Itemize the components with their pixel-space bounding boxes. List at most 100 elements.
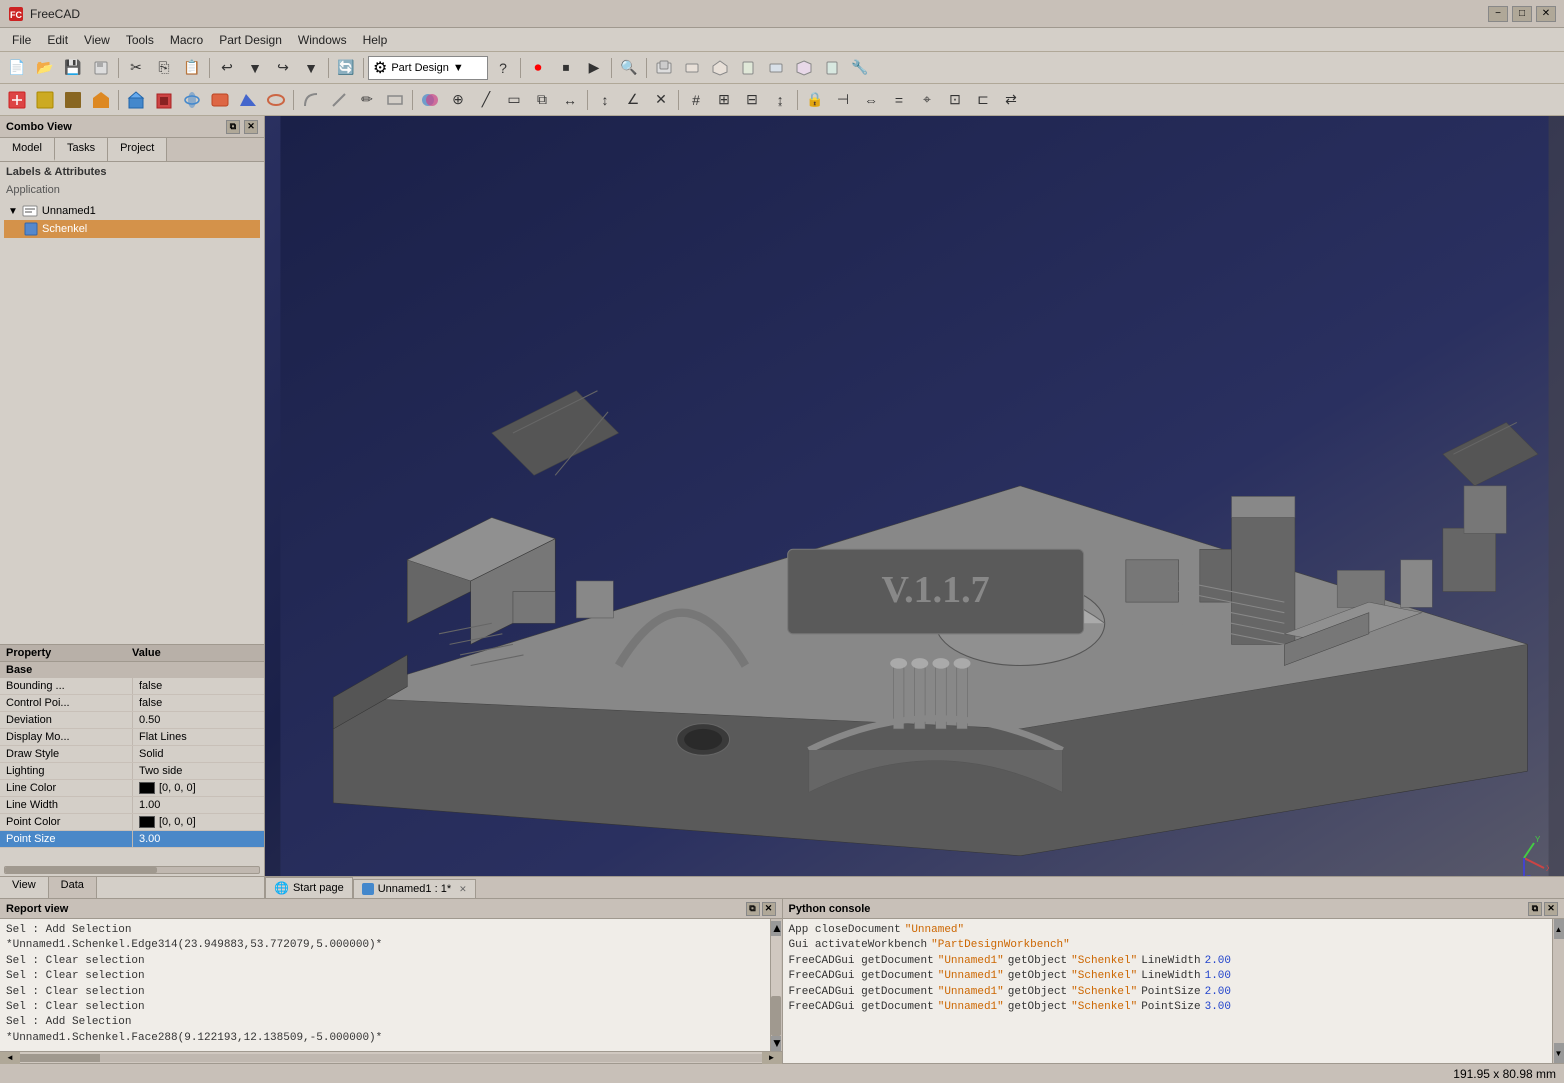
prop-row-deviation[interactable]: Deviation 0.50 (0, 712, 264, 729)
save-button[interactable]: 💾 (60, 55, 86, 81)
chamfer-button[interactable] (326, 87, 352, 113)
revolution-button[interactable] (179, 87, 205, 113)
minimize-button[interactable]: − (1488, 6, 1508, 22)
menu-edit[interactable]: Edit (39, 31, 76, 49)
undo-button[interactable]: ↩ (214, 55, 240, 81)
part-feature-button[interactable] (88, 87, 114, 113)
align-button[interactable]: ⇔ (858, 87, 884, 113)
prop-row-point-size[interactable]: Point Size 3.00 (0, 831, 264, 848)
tab-unnamed1[interactable]: Unnamed1 : 1* ✕ (353, 879, 476, 898)
tree-item-unnamed1[interactable]: ▼ Unnamed1 (4, 202, 260, 220)
python-console-float[interactable]: ⧉ (1528, 902, 1542, 916)
view-back-button[interactable] (763, 55, 789, 81)
sketch-button[interactable] (4, 87, 30, 113)
redo-button[interactable]: ↪ (270, 55, 296, 81)
cut-button[interactable]: ✂ (123, 55, 149, 81)
report-h-track[interactable] (20, 1054, 762, 1062)
paste-button[interactable]: 📋 (179, 55, 205, 81)
boolean-button[interactable] (417, 87, 443, 113)
prop-row-point-color[interactable]: Point Color [0, 0, 0] (0, 814, 264, 831)
new-file-button[interactable]: 📄 (4, 55, 30, 81)
py-scrollbar-down[interactable]: ▼ (1554, 1043, 1564, 1063)
report-view-content[interactable]: Sel : Add Selection *Unnamed1.Schenkel.E… (0, 919, 770, 1051)
menu-help[interactable]: Help (355, 31, 396, 49)
menu-tools[interactable]: Tools (118, 31, 162, 49)
report-view-float[interactable]: ⧉ (746, 902, 760, 916)
property-scrollbar-thumb[interactable] (5, 867, 157, 873)
open-file-button[interactable]: 📂 (32, 55, 58, 81)
property-scrollbar-track[interactable] (4, 866, 260, 874)
tree-arrow-unnamed1[interactable]: ▼ (8, 206, 18, 217)
tab-tasks[interactable]: Tasks (55, 138, 108, 161)
menu-windows[interactable]: Windows (290, 31, 355, 49)
view-isometric-button[interactable]: 🔧 (847, 55, 873, 81)
view-fit-all-button[interactable]: 🔍 (616, 55, 642, 81)
measure-linear-button[interactable]: ↕ (592, 87, 618, 113)
anchor-button[interactable]: ⊣ (830, 87, 856, 113)
report-scroll-left[interactable]: ◄ (0, 1052, 20, 1064)
external-button[interactable]: ⊏ (970, 87, 996, 113)
snap-button[interactable]: ⊞ (711, 87, 737, 113)
play-macro-button[interactable]: ▶ (581, 55, 607, 81)
unnamed1-tab-close[interactable]: ✕ (459, 884, 467, 895)
move-button[interactable]: ↔ (557, 87, 583, 113)
save-as-button[interactable] (88, 55, 114, 81)
prop-row-bounding[interactable]: Bounding ... false (0, 678, 264, 695)
pad-button[interactable] (123, 87, 149, 113)
report-view-scrollbar[interactable]: ▲ ▼ (770, 919, 782, 1051)
measure-clear-button[interactable]: ✕ (648, 87, 674, 113)
help-button[interactable]: ? (490, 55, 516, 81)
tab-data[interactable]: Data (49, 877, 97, 898)
report-h-thumb[interactable] (20, 1054, 100, 1062)
attach-sketch-button[interactable] (32, 87, 58, 113)
tab-project[interactable]: Project (108, 138, 167, 161)
refresh-button[interactable]: 🔄 (333, 55, 359, 81)
menu-macro[interactable]: Macro (162, 31, 211, 49)
view-left-button[interactable] (819, 55, 845, 81)
tree-item-schenkel[interactable]: Schenkel (4, 220, 260, 238)
prop-row-control-poi[interactable]: Control Poi... false (0, 695, 264, 712)
point-button[interactable]: ⊕ (445, 87, 471, 113)
lock-button[interactable]: 🔒 (802, 87, 828, 113)
report-scrollbar-up[interactable]: ▲ (771, 921, 781, 936)
prop-row-display-mode[interactable]: Display Mo... Flat Lines (0, 729, 264, 746)
view-home-button[interactable] (651, 55, 677, 81)
combo-view-float[interactable]: ⧉ (226, 120, 240, 134)
block-button[interactable]: ⊡ (942, 87, 968, 113)
prop-row-line-color[interactable]: Line Color [0, 0, 0] (0, 780, 264, 797)
line-button[interactable]: ╱ (473, 87, 499, 113)
pipe-button[interactable] (263, 87, 289, 113)
pocket-button[interactable] (151, 87, 177, 113)
prop-row-lighting[interactable]: Lighting Two side (0, 763, 264, 780)
tab-start-page[interactable]: 🌐 Start page (265, 877, 353, 898)
groove-button[interactable] (207, 87, 233, 113)
prop-row-line-width[interactable]: Line Width 1.00 (0, 797, 264, 814)
dimension-button[interactable]: ↨ (767, 87, 793, 113)
python-console-content[interactable]: App closeDocument "Unnamed" Gui activate… (783, 919, 1553, 1063)
equal-button[interactable]: = (886, 87, 912, 113)
python-console-scrollbar[interactable]: ▲ ▼ (1552, 919, 1564, 1063)
redo-dropdown[interactable]: ▼ (298, 55, 324, 81)
report-scrollbar-track[interactable] (771, 936, 781, 1036)
property-scrollbar[interactable] (0, 864, 264, 876)
menu-part-design[interactable]: Part Design (211, 31, 290, 49)
measure-angular-button[interactable]: ∠ (620, 87, 646, 113)
copy-button[interactable]: ⎘ (151, 55, 177, 81)
prop-row-draw-style[interactable]: Draw Style Solid (0, 746, 264, 763)
report-scroll-right[interactable]: ► (762, 1052, 782, 1064)
sym-button[interactable]: ⌖ (914, 87, 940, 113)
additive-loft-button[interactable] (235, 87, 261, 113)
view-front-button[interactable] (679, 55, 705, 81)
report-view-close[interactable]: ✕ (762, 902, 776, 916)
close-button[interactable]: ✕ (1536, 6, 1556, 22)
combo-view-close[interactable]: ✕ (244, 120, 258, 134)
tab-model[interactable]: Model (0, 138, 55, 161)
report-h-scrollbar[interactable]: ◄ ► (0, 1051, 782, 1063)
thickness-button[interactable] (382, 87, 408, 113)
report-scrollbar-down[interactable]: ▼ (771, 1036, 781, 1051)
edit-sketch-button[interactable] (60, 87, 86, 113)
report-scrollbar-thumb[interactable] (771, 996, 781, 1036)
py-scrollbar-up[interactable]: ▲ (1554, 919, 1564, 939)
view-top-button[interactable] (707, 55, 733, 81)
stop-macro-button[interactable]: ⏹ (553, 55, 579, 81)
